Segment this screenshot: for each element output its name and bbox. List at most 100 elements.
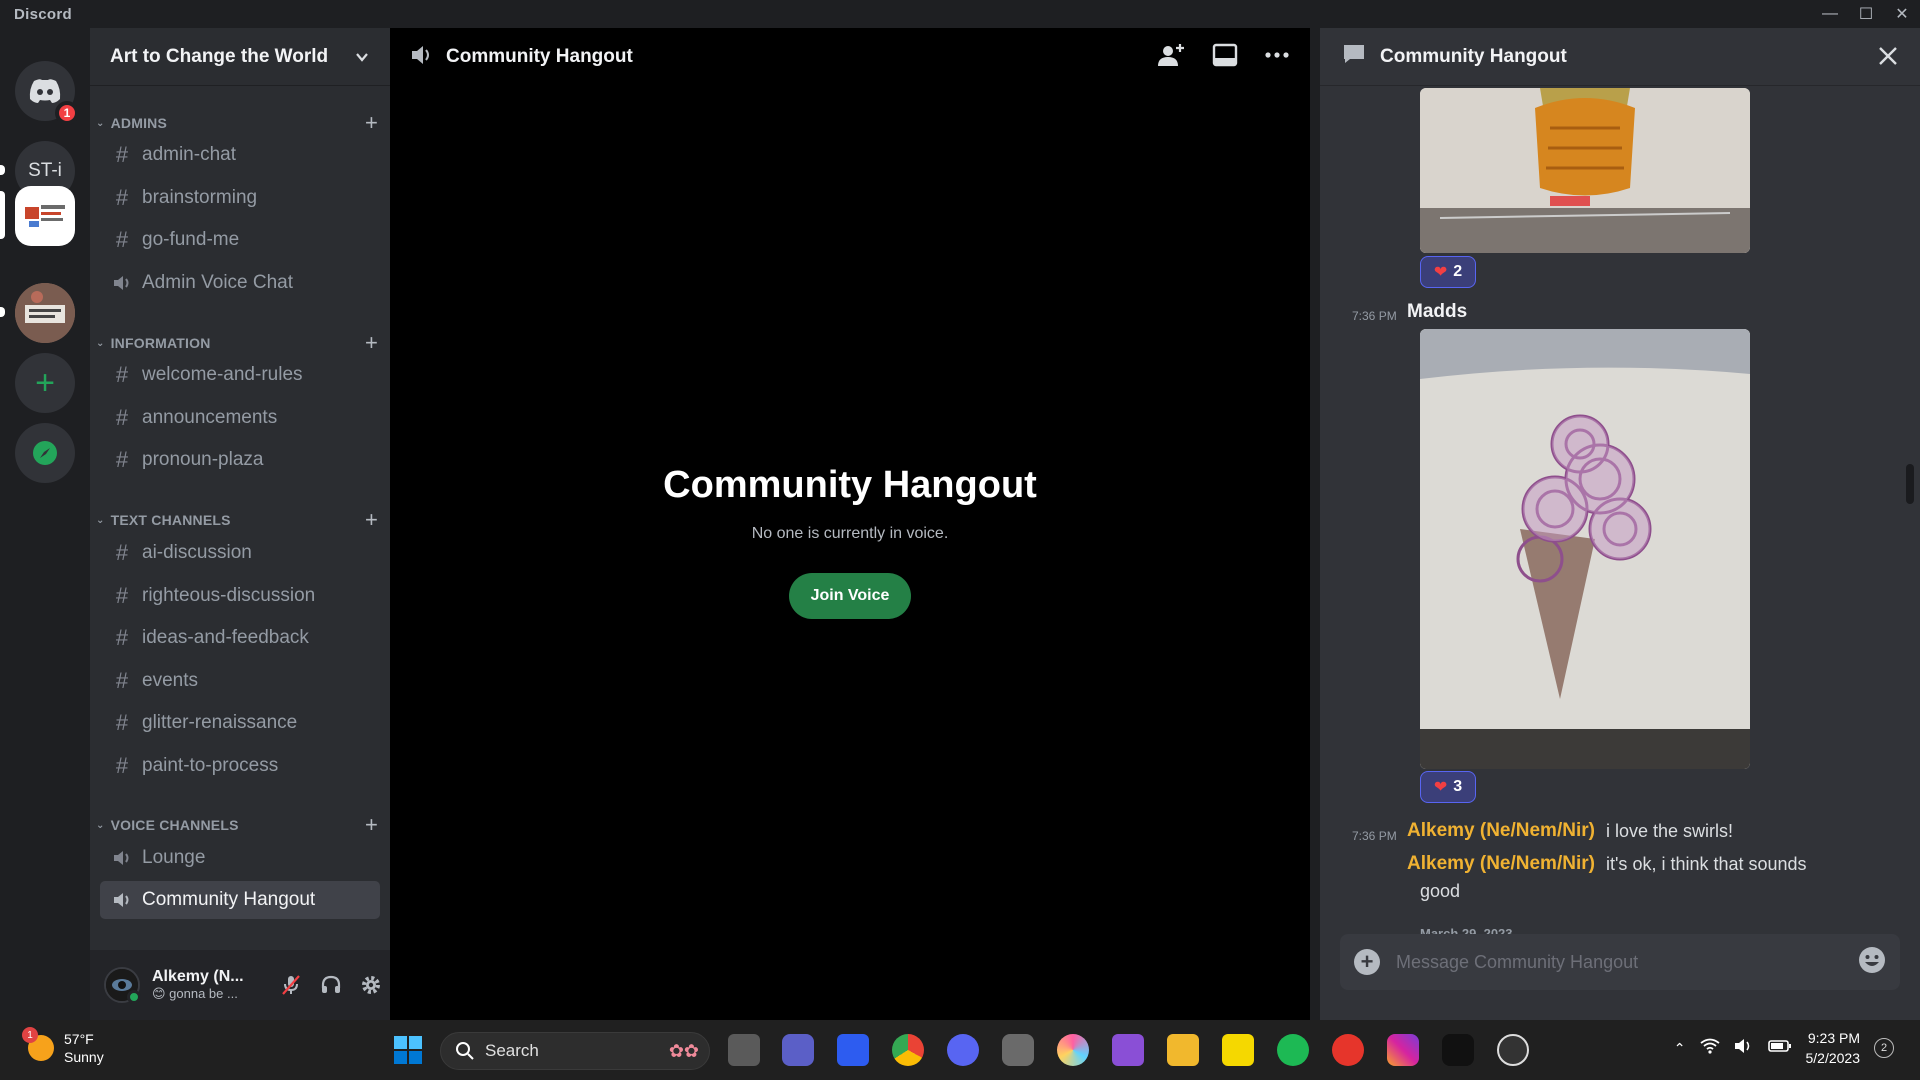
windows-start-icon[interactable]: [392, 1034, 424, 1066]
category-information[interactable]: ⌄ INFORMATION +: [96, 330, 378, 356]
channel-righteous-discussion[interactable]: # righteous-discussion: [100, 577, 380, 615]
channel-ideas-and-feedback[interactable]: # ideas-and-feedback: [100, 619, 380, 657]
task-view-icon[interactable]: [728, 1034, 760, 1066]
channel-label: announcements: [142, 407, 278, 428]
settings-gear-icon[interactable]: [358, 972, 384, 998]
taskbar-search[interactable]: Search ✿✿: [440, 1032, 710, 1070]
home-button[interactable]: 1: [15, 61, 79, 125]
avatar[interactable]: [104, 967, 141, 1004]
channel-brainstorming[interactable]: # brainstorming: [100, 179, 380, 217]
minimize-icon[interactable]: —: [1812, 0, 1848, 28]
file-explorer-icon[interactable]: [1167, 1034, 1199, 1066]
volume-icon[interactable]: [1734, 1038, 1754, 1059]
channel-label: paint-to-process: [142, 755, 279, 776]
title-bar: Discord — ☐ ✕: [0, 0, 1920, 28]
message-timestamp: 7:36 PM: [1352, 829, 1397, 843]
chevron-up-icon[interactable]: ⌃: [1674, 1040, 1686, 1057]
tiktok-icon[interactable]: [1442, 1034, 1474, 1066]
app-icon[interactable]: [837, 1034, 869, 1066]
discord-logo-icon: [29, 79, 61, 103]
sticky-notes-icon[interactable]: [1222, 1034, 1254, 1066]
message-author[interactable]: Madds: [1407, 301, 1467, 323]
battery-icon[interactable]: [1767, 1039, 1792, 1058]
channel-ai-discussion[interactable]: # ai-discussion: [100, 534, 380, 572]
category-label: INFORMATION: [110, 335, 211, 351]
sun-icon: 1: [22, 1027, 54, 1061]
guild-header[interactable]: Art to Change the World: [90, 28, 390, 86]
wifi-icon[interactable]: [1699, 1038, 1720, 1059]
attachment-image-2[interactable]: [1420, 329, 1750, 769]
media-player-icon[interactable]: [1497, 1034, 1529, 1066]
channel-admin-voice[interactable]: Admin Voice Chat: [100, 264, 380, 302]
chat-scrollbar[interactable]: [1906, 464, 1914, 504]
add-channel-icon[interactable]: +: [365, 110, 378, 136]
camera-icon[interactable]: [1002, 1034, 1034, 1066]
channel-announcements[interactable]: # announcements: [100, 399, 380, 437]
popout-chat-icon[interactable]: [1212, 42, 1238, 75]
category-text-channels[interactable]: ⌄ TEXT CHANNELS +: [96, 507, 378, 533]
channel-admin-chat[interactable]: # admin-chat: [100, 136, 380, 174]
explore-servers-button[interactable]: [15, 423, 75, 483]
weather-widget[interactable]: 1 57°F Sunny: [22, 1027, 104, 1066]
speaker-icon: [110, 849, 134, 867]
attachment-image-1[interactable]: [1420, 88, 1750, 253]
add-channel-icon[interactable]: +: [365, 812, 378, 838]
channel-pronoun-plaza[interactable]: # pronoun-plaza: [100, 441, 380, 479]
message-author[interactable]: Alkemy (Ne/Nem/Nir): [1407, 820, 1595, 842]
search-label: Search: [485, 1041, 539, 1060]
headphones-icon[interactable]: [318, 972, 344, 998]
voice-header: Community Hangout: [390, 28, 1310, 86]
category-voice-channels[interactable]: ⌄ VOICE CHANNELS +: [96, 812, 378, 838]
channel-label: welcome-and-rules: [142, 364, 303, 385]
close-chat-icon[interactable]: [1876, 44, 1900, 73]
channel-label: Lounge: [142, 847, 206, 868]
reaction-count: 3: [1453, 778, 1463, 795]
chat-header: Community Hangout: [1320, 28, 1920, 86]
category-admins[interactable]: ⌄ ADMINS +: [96, 110, 378, 136]
attach-plus-icon[interactable]: +: [1354, 949, 1380, 975]
chrome-icon[interactable]: [892, 1034, 924, 1066]
clock[interactable]: 9:23 PM 5/2/2023: [1806, 1028, 1861, 1068]
add-server-button[interactable]: +: [15, 353, 75, 413]
teams-chat-icon[interactable]: [782, 1034, 814, 1066]
server-photo[interactable]: [15, 283, 75, 343]
channel-community-hangout[interactable]: Community Hangout: [100, 881, 380, 919]
window-controls: — ☐ ✕: [1812, 0, 1920, 28]
heart-reaction[interactable]: ❤ 3: [1420, 771, 1476, 803]
instagram-icon[interactable]: [1387, 1034, 1419, 1066]
voice-empty-state: Community Hangout No one is currently in…: [390, 464, 1310, 619]
drawing-image-icon: [1420, 329, 1750, 769]
ea-icon[interactable]: [1332, 1034, 1364, 1066]
channel-glitter-renaissance[interactable]: # glitter-renaissance: [100, 704, 380, 742]
chat-title: Community Hangout: [1380, 45, 1567, 67]
message-author[interactable]: Alkemy (Ne/Nem/Nir): [1407, 853, 1595, 875]
hash-icon: #: [115, 753, 129, 778]
voice-subtitle: No one is currently in voice.: [751, 525, 949, 542]
channel-events[interactable]: # events: [100, 662, 380, 700]
weather-badge: 1: [22, 1027, 38, 1043]
invite-user-icon[interactable]: [1156, 42, 1186, 75]
photos-icon[interactable]: [1057, 1034, 1089, 1066]
clipchamp-icon[interactable]: [1112, 1034, 1144, 1066]
more-options-icon[interactable]: [1264, 42, 1290, 75]
speaker-icon: [410, 44, 434, 71]
join-voice-button[interactable]: Join Voice: [788, 573, 912, 619]
add-channel-icon[interactable]: +: [365, 507, 378, 533]
user-info[interactable]: Alkemy (N... 😊 gonna be ...: [152, 968, 262, 1002]
discord-taskbar-icon[interactable]: [947, 1034, 979, 1066]
channel-paint-to-process[interactable]: # paint-to-process: [100, 747, 380, 785]
spotify-icon[interactable]: [1277, 1034, 1309, 1066]
message-input[interactable]: [1396, 951, 1858, 973]
close-window-icon[interactable]: ✕: [1884, 0, 1920, 28]
channel-welcome-and-rules[interactable]: # welcome-and-rules: [100, 356, 380, 394]
app-title: Discord: [14, 5, 72, 23]
emoji-picker-icon[interactable]: [1858, 946, 1886, 979]
server-art-to-change[interactable]: [15, 186, 75, 246]
add-channel-icon[interactable]: +: [365, 330, 378, 356]
channel-lounge[interactable]: Lounge: [100, 839, 380, 877]
maximize-icon[interactable]: ☐: [1848, 0, 1884, 28]
notification-center-badge[interactable]: 2: [1874, 1038, 1894, 1058]
mute-microphone-icon[interactable]: [278, 972, 304, 998]
heart-reaction[interactable]: ❤ 2: [1420, 256, 1476, 288]
channel-go-fund-me[interactable]: # go-fund-me: [100, 221, 380, 259]
